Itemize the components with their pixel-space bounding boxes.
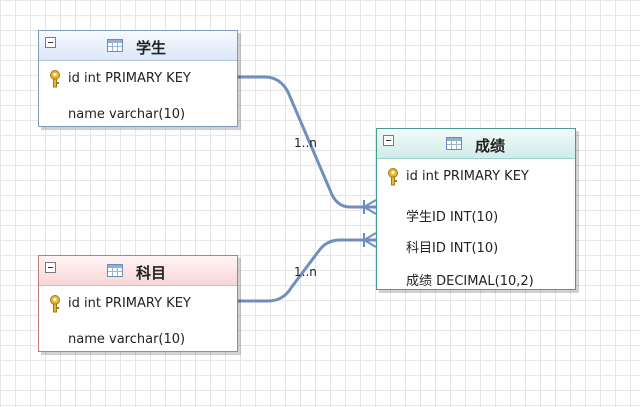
- table-icon: [446, 137, 462, 150]
- collapse-icon[interactable]: [45, 37, 56, 48]
- table-icon: [107, 264, 123, 277]
- entity-subject[interactable]: 科目 id int PRIMARY KEY name varchar(10): [38, 255, 238, 352]
- collapse-icon[interactable]: [45, 262, 56, 273]
- entity-title: 科目: [136, 264, 167, 282]
- entity-student[interactable]: 学生 id int PRIMARY KEY name varchar(10): [38, 30, 238, 127]
- diagram-canvas[interactable]: 1..n 1..n 学生 id int PRIMARY KEY name var…: [0, 0, 640, 407]
- table-icon: [107, 39, 123, 52]
- primary-key-icon: [50, 295, 60, 313]
- relationship-label-subject-score: 1..n: [294, 265, 317, 279]
- field-name: name varchar(10): [68, 332, 186, 347]
- entity-header[interactable]: 科目: [39, 256, 237, 286]
- primary-key-icon: [50, 70, 60, 88]
- entity-title: 成绩: [475, 137, 506, 155]
- field-id: id int PRIMARY KEY: [68, 71, 191, 86]
- entity-header[interactable]: 成绩: [377, 129, 575, 159]
- field-subject-id: 科目ID INT(10): [406, 241, 499, 256]
- primary-key-icon: [388, 168, 398, 186]
- field-id: id int PRIMARY KEY: [406, 169, 529, 184]
- field-score: 成绩 DECIMAL(10,2): [406, 274, 534, 289]
- collapse-icon[interactable]: [383, 135, 394, 146]
- entity-score[interactable]: 成绩 id int PRIMARY KEY 学生ID INT(10) 科目ID …: [376, 128, 576, 290]
- field-student-id: 学生ID INT(10): [406, 210, 499, 225]
- field-id: id int PRIMARY KEY: [68, 296, 191, 311]
- relationship-label-student-score: 1..n: [294, 136, 317, 150]
- entity-title: 学生: [136, 39, 167, 57]
- entity-header[interactable]: 学生: [39, 31, 237, 61]
- field-name: name varchar(10): [68, 107, 186, 122]
